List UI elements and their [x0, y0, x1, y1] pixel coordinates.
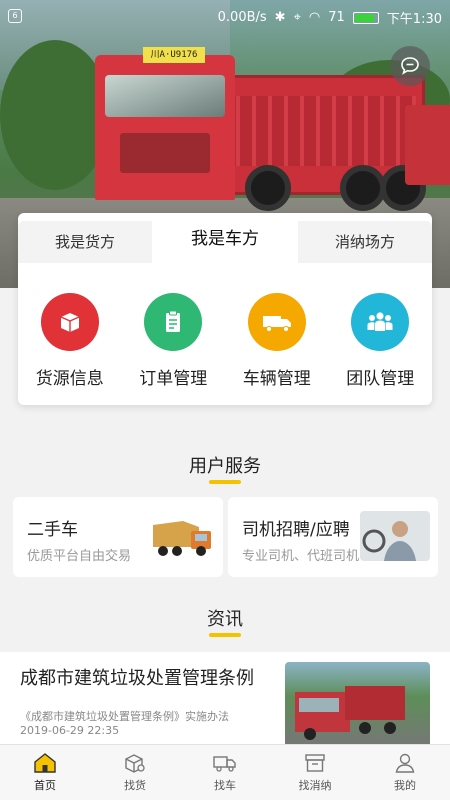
action-vehicle-management[interactable]: 车辆管理	[225, 293, 329, 389]
news-headline: 成都市建筑垃圾处置管理条例	[20, 668, 254, 689]
used-truck-image	[153, 521, 211, 556]
tab-truck-owner[interactable]: 我是车方	[152, 213, 298, 265]
action-label: 货源信息	[35, 369, 104, 389]
truck-grille	[120, 133, 210, 173]
nav-label: 找消纳	[298, 779, 332, 792]
action-label: 订单管理	[139, 369, 208, 389]
service-title: 二手车	[27, 520, 78, 540]
bottom-nav: 首页 找货 找车 找消纳 我的	[0, 744, 450, 800]
service-title: 司机招聘/应聘	[242, 520, 350, 540]
second-truck-image	[405, 105, 450, 185]
dump-truck-image: 川A·U9176	[95, 47, 426, 215]
truck-icon	[247, 293, 306, 351]
clipboard-icon	[144, 293, 203, 351]
find-cargo-icon	[125, 754, 145, 773]
chat-bubble-icon	[401, 57, 419, 75]
news-summary: 《成都市建筑垃圾处置管理条例》实施办法	[20, 710, 229, 723]
nav-label: 首页	[34, 779, 56, 792]
find-truck-icon	[213, 756, 236, 772]
driver-image	[360, 511, 430, 561]
find-disposal-icon	[305, 754, 325, 772]
nav-label: 找车	[214, 779, 236, 792]
app-notification-icon: 6	[8, 9, 22, 23]
section-underline	[209, 480, 241, 484]
background-tree	[0, 40, 110, 190]
battery-percent: 71	[328, 10, 345, 25]
news-title: 资讯	[207, 609, 243, 630]
nav-label: 我的	[394, 779, 416, 792]
home-icon	[34, 753, 56, 773]
driver-recruitment-card[interactable]: 司机招聘/应聘 专业司机、代班司机	[228, 497, 438, 577]
clock: 下午1:30	[386, 12, 442, 27]
news-date: 2019-06-29 22:35	[20, 724, 120, 737]
network-speed: 0.00B/s	[217, 10, 267, 25]
nav-find-truck[interactable]: 找车	[180, 745, 270, 800]
role-tabs: 我是货方 消纳场方 我是车方	[18, 213, 432, 265]
truck-windshield	[105, 75, 225, 117]
role-card: 我是货方 消纳场方 我是车方 货源信息 订单管理 车辆管理 团队管理	[18, 213, 432, 405]
user-services-title: 用户服务	[189, 456, 261, 477]
truck-top-plate: 川A·U9176	[143, 47, 205, 63]
nav-find-cargo[interactable]: 找货	[90, 745, 180, 800]
action-cargo-info[interactable]: 货源信息	[18, 293, 122, 389]
team-icon	[351, 293, 410, 351]
action-team-management[interactable]: 团队管理	[329, 293, 433, 389]
profile-icon	[395, 753, 415, 773]
nav-profile[interactable]: 我的	[360, 745, 450, 800]
service-subtitle: 专业司机、代班司机	[242, 549, 360, 564]
service-subtitle: 优质平台自由交易	[27, 549, 132, 564]
battery-icon	[352, 11, 379, 24]
location-icon: ⌖	[293, 10, 301, 25]
nav-find-disposal[interactable]: 找消纳	[270, 745, 360, 800]
box-icon	[40, 293, 99, 351]
nav-label: 找货	[124, 779, 146, 792]
bluetooth-icon: ✱	[274, 10, 286, 25]
action-label: 车辆管理	[242, 369, 311, 389]
tab-cargo-owner[interactable]: 我是货方	[18, 221, 152, 263]
news-thumbnail	[285, 662, 430, 748]
nav-home[interactable]: 首页	[0, 745, 90, 800]
action-order-management[interactable]: 订单管理	[122, 293, 226, 389]
status-right: 0.00B/s ✱ ⌖ ◠ 71 下午1:30	[218, 8, 442, 27]
action-label: 团队管理	[346, 369, 415, 389]
tab-disposal-site[interactable]: 消纳场方	[298, 221, 432, 263]
truck-cab: 川A·U9176	[95, 47, 235, 200]
used-trucks-card[interactable]: 二手车 优质平台自由交易	[13, 497, 223, 577]
truck-wheel	[245, 165, 291, 211]
status-bar: 6 0.00B/s ✱ ⌖ ◠ 71 下午1:30	[0, 0, 450, 32]
wifi-icon: ◠	[308, 10, 321, 25]
news-item[interactable]: 成都市建筑垃圾处置管理条例 《成都市建筑垃圾处置管理条例》实施办法 2019-0…	[0, 652, 450, 748]
message-button[interactable]	[390, 46, 430, 86]
section-underline	[209, 633, 241, 637]
role-actions: 货源信息 订单管理 车辆管理 团队管理	[18, 293, 432, 389]
